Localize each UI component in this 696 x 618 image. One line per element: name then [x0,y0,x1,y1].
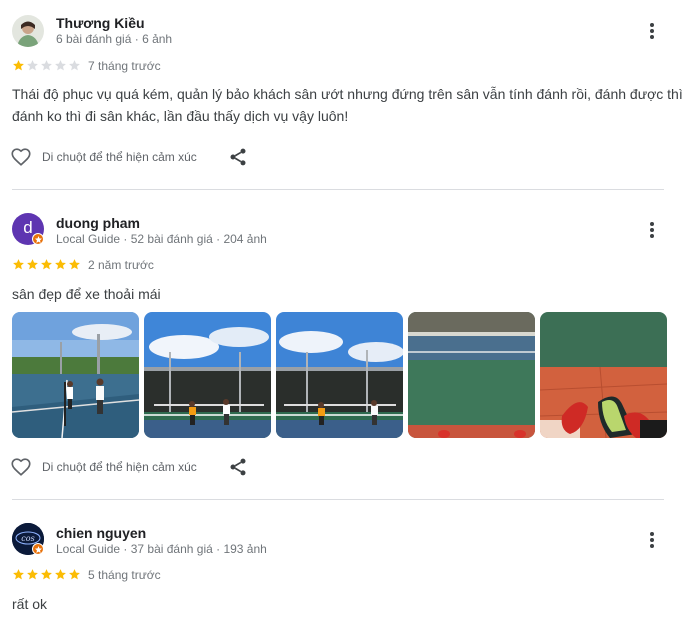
review-photos [12,312,667,438]
reviewer-name[interactable]: Thương Kiều [56,15,145,31]
review-photo[interactable] [540,312,667,438]
star-icon [13,60,24,71]
local-guide-badge-icon [32,233,44,245]
star-icon [69,569,80,580]
star-icon [13,259,24,270]
review-time: 2 năm trước [88,258,154,272]
star-icon [13,569,24,580]
reviewer-name[interactable]: duong pham [56,215,140,231]
avatar-letter: d [23,218,33,237]
star-icon [69,60,80,71]
reaction-row: Di chuột để thể hiện cảm xúc [10,145,197,169]
more-vert-icon [650,23,654,39]
star-icon [55,259,66,270]
heart-outline-icon[interactable] [10,146,32,168]
share-icon[interactable] [228,457,248,477]
more-vert-icon [650,222,654,238]
reviewer-meta[interactable]: 6 bài đánh giá · 6 ảnh [56,32,172,46]
divider [12,189,664,190]
review-photo[interactable] [276,312,403,438]
divider [12,499,664,500]
more-options-button[interactable] [640,528,664,552]
review-time: 7 tháng trước [88,59,161,73]
star-icon [41,259,52,270]
star-icon [27,60,38,71]
more-options-button[interactable] [640,218,664,242]
local-guide-badge-icon [32,543,44,555]
review-time: 5 tháng trước [88,568,161,582]
more-options-button[interactable] [640,19,664,43]
reaction-label[interactable]: Di chuột để thể hiện cảm xúc [42,150,197,164]
review-text: Thái độ phục vụ quá kém, quản lý bảo khá… [12,86,683,124]
more-vert-icon [650,532,654,548]
star-icon [55,60,66,71]
review-photo[interactable] [144,312,271,438]
star-icon [55,569,66,580]
reviewer-name[interactable]: chien nguyen [56,525,146,541]
star-icon [27,569,38,580]
reviewer-meta[interactable]: Local Guide · 52 bài đánh giá · 204 ảnh [56,232,267,246]
rating-stars [12,59,81,73]
star-icon [41,569,52,580]
star-icon [41,60,52,71]
review-text: sân đẹp để xe thoải mái [12,286,161,302]
svg-text:cos: cos [21,534,34,543]
reviewer-meta[interactable]: Local Guide · 37 bài đánh giá · 193 ảnh [56,542,267,556]
heart-outline-icon[interactable] [10,456,32,478]
review-photo[interactable] [408,312,535,438]
review-photo[interactable] [12,312,139,438]
star-icon [27,259,38,270]
avatar[interactable] [12,15,44,47]
rating-stars [12,258,81,272]
rating-stars [12,568,81,582]
star-icon [69,259,80,270]
share-icon[interactable] [228,147,248,167]
review-text: rất ok [12,596,48,612]
reaction-label[interactable]: Di chuột để thể hiện cảm xúc [42,460,197,474]
reaction-row: Di chuột để thể hiện cảm xúc [10,455,197,479]
